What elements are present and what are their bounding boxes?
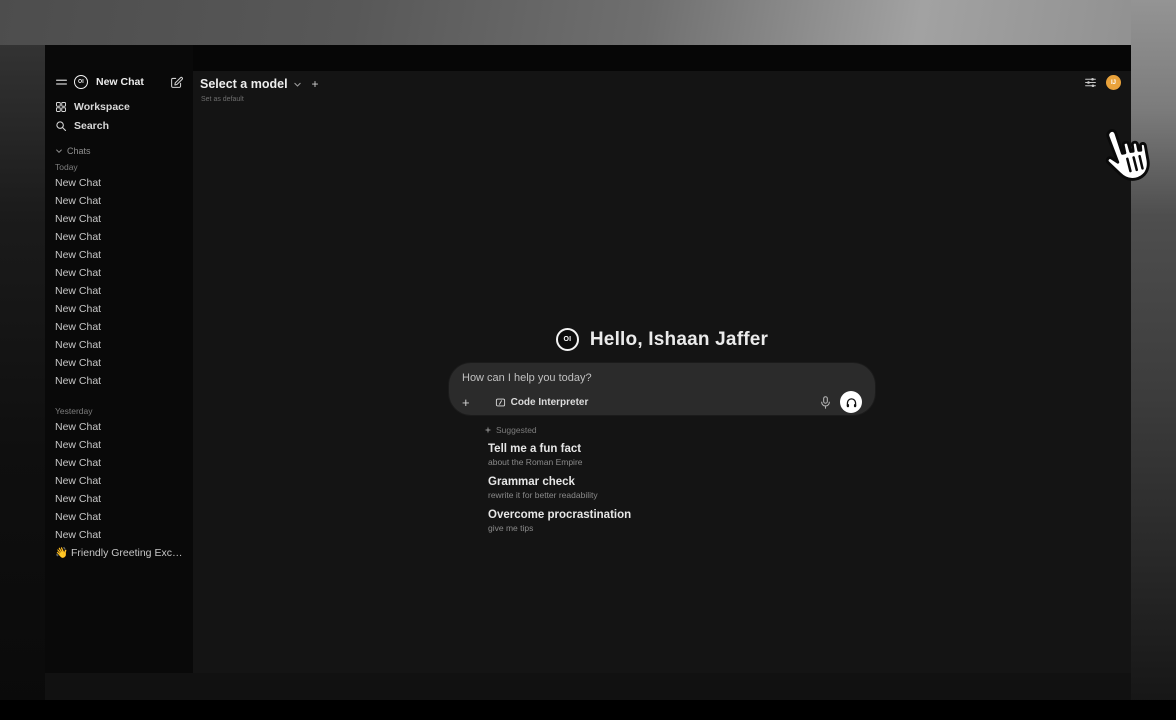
sparkle-icon: [484, 426, 492, 434]
greeting-row: OI Hello, Ishaan Jaffer: [449, 328, 875, 351]
chat-list-item[interactable]: New Chat: [45, 192, 193, 210]
chat-list-item[interactable]: New Chat: [45, 354, 193, 372]
chat-list-item[interactable]: New Chat: [45, 246, 193, 264]
suggested-prompt-title: Tell me a fun fact: [488, 442, 875, 456]
sidebar-header: OI New Chat: [45, 73, 193, 91]
backdrop-bottom-bar: [0, 700, 1176, 720]
attach-button[interactable]: +: [462, 396, 470, 409]
input-toolbar: + Code Interpreter: [462, 391, 862, 413]
welcome-block: OI Hello, Ishaan Jaffer How can I help y…: [449, 328, 875, 541]
chat-list-item[interactable]: New Chat: [45, 228, 193, 246]
sidebar: OI New Chat Workspace: [45, 45, 193, 673]
chat-list-item[interactable]: New Chat: [45, 300, 193, 318]
message-input-card[interactable]: How can I help you today? + Code Interpr…: [449, 363, 875, 415]
chat-list-item[interactable]: New Chat: [45, 508, 193, 526]
message-input-placeholder[interactable]: How can I help you today?: [462, 372, 862, 384]
chat-list-item[interactable]: New Chat: [45, 472, 193, 490]
chat-list-item[interactable]: New Chat: [45, 436, 193, 454]
chat-group-label-yesterday: Yesterday: [45, 402, 193, 418]
backdrop-top: [0, 0, 1176, 45]
workspace-grid-icon: [55, 101, 67, 113]
chat-list-item[interactable]: New Chat: [45, 264, 193, 282]
window-top-strip: [45, 45, 1131, 71]
chevron-down-icon: [55, 147, 63, 155]
workspace-label: Workspace: [74, 101, 130, 113]
suggested-prompt-title: Overcome procrastination: [488, 508, 875, 522]
suggested-header: Suggested: [484, 425, 875, 435]
chat-list-yesterday: New ChatNew ChatNew ChatNew ChatNew Chat…: [45, 418, 193, 562]
suggested-label: Suggested: [496, 425, 537, 435]
sidebar-item-workspace[interactable]: Workspace: [45, 97, 193, 116]
screen-backdrop: OI New Chat Workspace: [0, 0, 1176, 720]
search-label: Search: [74, 120, 109, 132]
greeting-text: Hello, Ishaan Jaffer: [590, 329, 768, 351]
chat-list-item[interactable]: New Chat: [45, 174, 193, 192]
backdrop-right: [1131, 0, 1176, 720]
model-selector[interactable]: Select a model +: [200, 77, 319, 91]
code-interpreter-label: Code Interpreter: [511, 397, 589, 408]
chat-group-label-today: Today: [45, 158, 193, 174]
backdrop-left: [0, 45, 45, 720]
headphones-icon: [845, 396, 858, 409]
chat-list-item[interactable]: New Chat: [45, 526, 193, 544]
chat-list-item[interactable]: 👋 Friendly Greeting Exchange: [45, 544, 193, 562]
model-selector-label: Select a model: [200, 77, 288, 91]
add-model-button[interactable]: +: [312, 78, 319, 90]
suggested-prompt[interactable]: Overcome procrastination give me tips: [488, 508, 875, 533]
microphone-icon[interactable]: [820, 396, 831, 409]
main-area: Select a model + Set as default IJ: [193, 45, 1131, 673]
chat-list-item[interactable]: New Chat: [45, 490, 193, 508]
chat-list-item[interactable]: New Chat: [45, 210, 193, 228]
chat-list-item[interactable]: New Chat: [45, 318, 193, 336]
suggested-prompt[interactable]: Grammar check rewrite it for better read…: [488, 475, 875, 500]
app-logo: OI: [74, 75, 88, 89]
suggested-list: Tell me a fun fact about the Roman Empir…: [449, 442, 875, 533]
suggested-prompt-title: Grammar check: [488, 475, 875, 489]
chat-list-item[interactable]: New Chat: [45, 282, 193, 300]
suggested-prompt-subtitle: rewrite it for better readability: [488, 490, 875, 500]
voice-call-button[interactable]: [840, 391, 862, 413]
code-interpreter-icon: [495, 397, 506, 408]
code-interpreter-toggle[interactable]: Code Interpreter: [495, 397, 589, 408]
top-right-controls: IJ: [1084, 75, 1121, 90]
open-webui-window: OI New Chat Workspace: [45, 45, 1131, 673]
chat-list-item[interactable]: New Chat: [45, 418, 193, 436]
user-avatar[interactable]: IJ: [1106, 75, 1121, 90]
suggested-prompt-subtitle: give me tips: [488, 523, 875, 533]
sidebar-title: New Chat: [94, 76, 164, 88]
chats-section-label: Chats: [67, 146, 91, 156]
set-as-default-link[interactable]: Set as default: [201, 96, 244, 103]
controls-sliders-icon[interactable]: [1084, 76, 1097, 89]
app-logo-large: OI: [556, 328, 579, 351]
suggested-prompt[interactable]: Tell me a fun fact about the Roman Empir…: [488, 442, 875, 467]
search-icon: [55, 120, 67, 132]
chat-list-today: New ChatNew ChatNew ChatNew ChatNew Chat…: [45, 174, 193, 390]
chat-list-item[interactable]: New Chat: [45, 372, 193, 390]
chat-list-item[interactable]: New Chat: [45, 454, 193, 472]
sidebar-item-search[interactable]: Search: [45, 116, 193, 135]
new-chat-icon[interactable]: [170, 76, 183, 89]
chevron-down-icon: [293, 80, 302, 89]
chat-list-item[interactable]: New Chat: [45, 336, 193, 354]
sidebar-toggle-icon[interactable]: [55, 76, 68, 89]
suggested-prompt-subtitle: about the Roman Empire: [488, 457, 875, 467]
chats-section-toggle[interactable]: Chats: [45, 144, 193, 158]
